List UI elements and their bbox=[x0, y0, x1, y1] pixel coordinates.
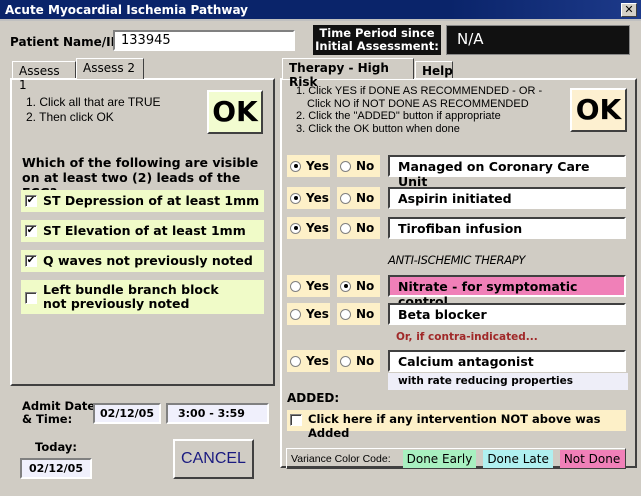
yes-radio-calcium[interactable]: Yes bbox=[287, 350, 330, 372]
patient-label: Patient Name/ID: bbox=[10, 35, 126, 49]
therapy-calcium-antagonist: Calcium antagonist bbox=[388, 350, 626, 372]
close-button[interactable]: ✕ bbox=[621, 3, 637, 17]
admit-label: Admit Date & Time: bbox=[22, 400, 95, 426]
no-radio-coronary-care[interactable]: No bbox=[337, 155, 380, 177]
left-instructions: 1. Click all that are TRUE 2. Then click… bbox=[26, 95, 161, 125]
checkbox[interactable]: ✔ bbox=[25, 195, 37, 207]
instruction-1: 1. Click YES if DONE AS RECOMMENDED - OR… bbox=[296, 85, 543, 97]
checkbox[interactable]: ✔ bbox=[25, 225, 37, 237]
admit-date-field[interactable]: 02/12/05 bbox=[93, 403, 161, 424]
radio[interactable] bbox=[340, 280, 351, 292]
ecg-item-st-depression[interactable]: ✔ ST Depression of at least 1mm bbox=[21, 190, 264, 212]
instruction-2: 2. Then click OK bbox=[26, 110, 114, 124]
done-early-swatch: Done Early bbox=[402, 449, 477, 468]
right-instructions: 1. Click YES if DONE AS RECOMMENDED - OR… bbox=[296, 85, 542, 135]
yes-radio-nitrate[interactable]: Yes bbox=[287, 275, 330, 297]
therapy-beta-blocker: Beta blocker bbox=[388, 303, 626, 325]
no-label: No bbox=[356, 159, 375, 173]
yes-radio-beta-blocker[interactable]: Yes bbox=[287, 303, 330, 325]
instruction-1: 1. Click all that are TRUE bbox=[26, 95, 161, 109]
item-label: Q waves not previously noted bbox=[43, 253, 253, 268]
ecg-item-q-waves[interactable]: ✔ Q waves not previously noted bbox=[21, 250, 264, 272]
no-label: No bbox=[356, 307, 375, 321]
instruction-1b: Click NO if NOT DONE AS RECOMMENDED bbox=[307, 97, 529, 110]
yes-radio-coronary-care[interactable]: Yes bbox=[287, 155, 330, 177]
checkbox[interactable] bbox=[25, 292, 37, 304]
checkbox[interactable]: ✔ bbox=[25, 255, 37, 267]
therapy-ok-button[interactable]: OK bbox=[570, 88, 627, 132]
tab-therapy-high-risk[interactable]: Therapy - High Risk bbox=[282, 58, 414, 89]
not-done-swatch: Not Done bbox=[559, 449, 625, 468]
radio[interactable] bbox=[290, 222, 301, 234]
radio[interactable] bbox=[290, 355, 301, 367]
therapy-tirofiban: Tirofiban infusion bbox=[388, 217, 626, 239]
radio[interactable] bbox=[340, 222, 351, 234]
ecg-item-st-elevation[interactable]: ✔ ST Elevation of at least 1mm bbox=[21, 220, 264, 242]
no-radio-nitrate[interactable]: No bbox=[337, 275, 380, 297]
no-label: No bbox=[356, 279, 375, 293]
yes-label: Yes bbox=[306, 307, 329, 321]
yes-radio-aspirin[interactable]: Yes bbox=[287, 187, 330, 209]
radio[interactable] bbox=[290, 160, 301, 172]
radio[interactable] bbox=[340, 308, 351, 320]
admit-label-2: & Time: bbox=[22, 412, 73, 426]
tab-assess-2[interactable]: Assess 2 bbox=[76, 58, 144, 79]
instruction-2: 2. Click the "ADDED" button if appropria… bbox=[296, 110, 501, 122]
done-late-swatch: Done Late bbox=[483, 449, 553, 468]
admit-time-field[interactable]: 3:00 - 3:59 bbox=[166, 403, 269, 424]
contra-indicated-note: Or, if contra-indicated... bbox=[396, 331, 538, 343]
patient-id-input[interactable]: 133945 bbox=[113, 30, 295, 51]
radio[interactable] bbox=[290, 280, 301, 292]
today-label: Today: bbox=[35, 440, 77, 454]
radio[interactable] bbox=[340, 192, 351, 204]
assess-ok-button[interactable]: OK bbox=[207, 90, 263, 134]
added-label: ADDED: bbox=[287, 391, 340, 405]
no-radio-aspirin[interactable]: No bbox=[337, 187, 380, 209]
no-radio-tirofiban[interactable]: No bbox=[337, 217, 380, 239]
instruction-3: 3. Click the OK button when done bbox=[296, 122, 460, 135]
tab-assess-1[interactable]: Assess 1 bbox=[12, 61, 76, 92]
item-label: ST Depression of at least 1mm bbox=[43, 193, 260, 208]
yes-label: Yes bbox=[306, 221, 329, 235]
checkbox[interactable] bbox=[290, 414, 302, 426]
radio[interactable] bbox=[340, 160, 351, 172]
no-label: No bbox=[356, 221, 375, 235]
radio[interactable] bbox=[290, 192, 301, 204]
calcium-note: with rate reducing properties bbox=[388, 373, 628, 390]
yes-label: Yes bbox=[306, 279, 329, 293]
radio[interactable] bbox=[340, 355, 351, 367]
variance-label: Variance Color Code: bbox=[291, 452, 391, 465]
no-radio-beta-blocker[interactable]: No bbox=[337, 303, 380, 325]
yes-label: Yes bbox=[306, 354, 329, 368]
title-bar: Acute Myocardial Ischemia Pathway bbox=[0, 0, 641, 21]
no-label: No bbox=[356, 354, 375, 368]
yes-radio-tirofiban[interactable]: Yes bbox=[287, 217, 330, 239]
therapy-nitrate: Nitrate - for symptomatic control bbox=[388, 275, 626, 309]
item-label-2: not previously noted bbox=[43, 296, 190, 311]
no-radio-calcium[interactable]: No bbox=[337, 350, 380, 372]
cancel-button[interactable]: CANCEL bbox=[173, 439, 254, 479]
variance-color-legend: Variance Color Code: Done Early Done Lat… bbox=[286, 448, 626, 469]
anti-ischemic-heading: ANTI-ISCHEMIC THERAPY bbox=[388, 253, 526, 267]
ecg-item-lbbb[interactable]: Left bundle branch block not previously n… bbox=[21, 280, 264, 314]
time-period-label: Time Period since Initial Assessment: bbox=[313, 25, 441, 55]
item-label: Left bundle branch block bbox=[43, 282, 219, 297]
time-period-label-line2: Initial Assessment: bbox=[315, 39, 439, 53]
today-field[interactable]: 02/12/05 bbox=[20, 458, 92, 479]
window-title: Acute Myocardial Ischemia Pathway bbox=[5, 3, 249, 17]
time-period-value: N/A bbox=[446, 25, 630, 55]
item-label: ST Elevation of at least 1mm bbox=[43, 223, 246, 238]
yes-label: Yes bbox=[306, 159, 329, 173]
therapy-aspirin: Aspirin initiated bbox=[388, 187, 626, 209]
added-checkbox-label: Click here if any intervention NOT above… bbox=[308, 412, 601, 440]
tab-help[interactable]: Help bbox=[415, 61, 453, 79]
no-label: No bbox=[356, 191, 375, 205]
therapy-coronary-care: Managed on Coronary Care Unit bbox=[388, 155, 626, 189]
yes-label: Yes bbox=[306, 191, 329, 205]
radio[interactable] bbox=[290, 308, 301, 320]
added-intervention-checkbox[interactable]: Click here if any intervention NOT above… bbox=[287, 410, 626, 440]
